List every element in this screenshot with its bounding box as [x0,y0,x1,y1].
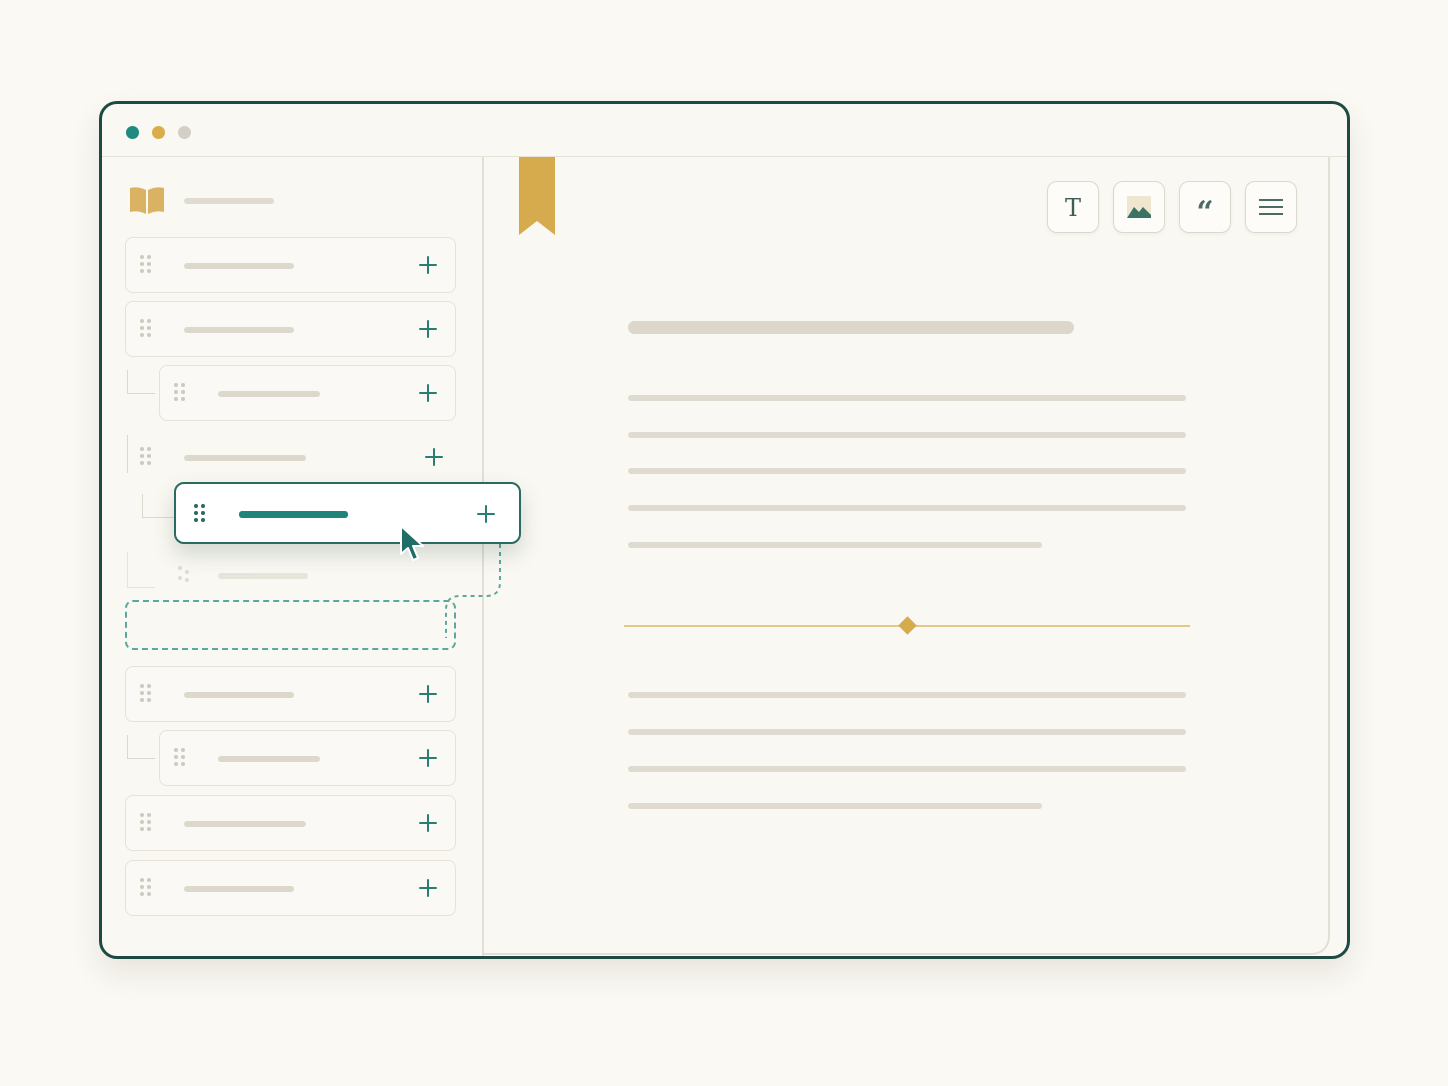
outline-item-nested[interactable] [159,730,456,786]
drag-handle-icon[interactable] [194,504,206,524]
add-child-button[interactable] [413,250,443,280]
drag-handle-icon[interactable] [140,684,152,704]
add-child-button[interactable] [471,499,501,529]
outline-item-nested[interactable] [159,365,456,421]
window-maximize-dot[interactable] [178,126,191,139]
text-line-placeholder [628,432,1186,438]
drag-handle-icon[interactable] [174,383,186,403]
add-child-button[interactable] [413,743,443,773]
add-child-button[interactable] [413,808,443,838]
drag-handle-icon[interactable] [140,813,152,833]
outline-item[interactable] [125,860,456,916]
drag-handle-icon[interactable] [140,255,152,275]
drag-handle-icon[interactable] [140,447,152,467]
text-line-placeholder [628,542,1042,548]
nesting-connector [142,494,174,518]
add-child-button[interactable] [413,873,443,903]
item-title-placeholder [184,455,306,461]
text-line-placeholder [628,692,1186,698]
text-line-placeholder [628,395,1186,401]
section-divider-ornament [624,616,1190,635]
item-title-placeholder [184,692,294,698]
dragging-outline-item[interactable] [174,482,521,544]
text-line-placeholder [628,766,1186,772]
svg-text:T: T [1065,195,1081,219]
nesting-connector [127,735,155,759]
item-title-placeholder [184,327,294,333]
quote-icon: “ [1196,195,1213,219]
image-tool-button[interactable] [1113,181,1165,233]
item-title-placeholder [184,886,294,892]
drag-path-indicator [445,544,501,638]
drag-handle-icon [178,566,190,586]
text-format-icon: T [1065,195,1081,219]
quote-tool-button[interactable]: “ [1179,181,1231,233]
item-title-placeholder [184,821,306,827]
item-title-placeholder [218,391,320,397]
editor-canvas[interactable]: T “ [484,157,1330,955]
text-tool-button[interactable]: T [1047,181,1099,233]
add-child-button[interactable] [413,314,443,344]
drop-target-zone[interactable] [125,600,456,650]
outline-item[interactable] [125,795,456,851]
list-icon [1259,199,1283,215]
text-line-placeholder [628,729,1186,735]
app-window: T “ [99,101,1350,959]
add-child-button[interactable] [413,378,443,408]
outline-item[interactable] [125,237,456,293]
mouse-cursor-icon [400,525,424,561]
project-title-placeholder [184,198,274,204]
window-minimize-dot[interactable] [152,126,165,139]
document-title-placeholder [628,321,1074,334]
window-close-dot[interactable] [126,126,139,139]
drag-handle-icon[interactable] [174,748,186,768]
text-line-placeholder [628,803,1042,809]
add-child-button[interactable] [413,679,443,709]
outline-item[interactable] [125,666,456,722]
add-child-button[interactable] [419,442,449,472]
open-book-icon [130,187,164,214]
bookmark-icon[interactable] [519,157,555,235]
list-tool-button[interactable] [1245,181,1297,233]
text-line-placeholder [628,505,1186,511]
drag-handle-icon[interactable] [140,319,152,339]
text-line-placeholder [628,468,1186,474]
image-icon [1127,196,1151,218]
item-title-placeholder [218,756,320,762]
outline-item[interactable] [125,429,456,485]
svg-text:“: “ [1196,195,1213,219]
item-title-placeholder [239,511,348,518]
nesting-connector [127,370,155,394]
outline-item[interactable] [125,301,456,357]
item-title-placeholder [218,573,308,579]
drag-handle-icon[interactable] [140,878,152,898]
nesting-connector [127,552,155,588]
item-title-placeholder [184,263,294,269]
